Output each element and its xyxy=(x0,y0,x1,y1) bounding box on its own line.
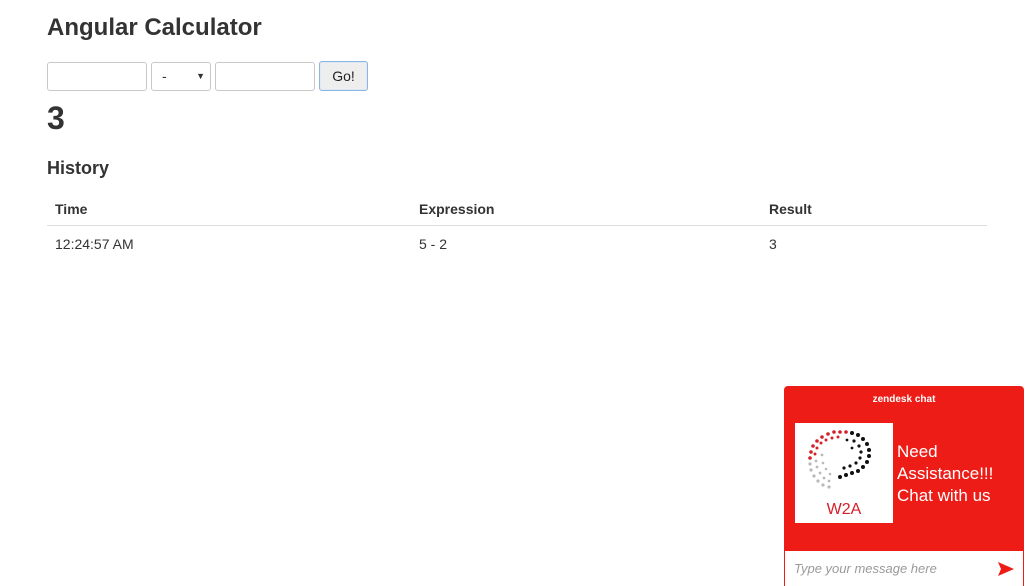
chevron-down-icon: ▼ xyxy=(196,70,205,81)
go-button[interactable]: Go! xyxy=(319,61,368,91)
history-heading: History xyxy=(47,158,110,178)
operator-selected-value: - xyxy=(162,68,167,84)
chat-greeting-line: Assistance!!! xyxy=(897,464,994,483)
w2a-logo-icon: W2A xyxy=(808,430,871,518)
first-number-input[interactable] xyxy=(47,61,147,91)
table-row: 12:24:57 AM 5 - 2 3 xyxy=(47,226,987,263)
chat-body: W2A Need Assistance!!! Chat with us xyxy=(784,414,1024,550)
operator-select[interactable]: - ▼ xyxy=(151,61,211,91)
result-value: 3 xyxy=(47,100,65,136)
history-expression-cell: 5 - 2 xyxy=(419,236,448,252)
column-header-result: Result xyxy=(761,192,987,226)
chat-widget[interactable]: zendesk chat W2A Need Assistance!!! Chat… xyxy=(784,386,1024,586)
calculator-form: - ▼ Go! xyxy=(47,61,368,91)
chat-header[interactable]: zendesk chat xyxy=(784,386,1024,414)
history-table: Time Expression Result 12:24:57 AM 5 - 2… xyxy=(47,192,987,262)
logo-text: W2A xyxy=(827,501,862,518)
chat-greeting: Need Assistance!!! Chat with us xyxy=(897,441,1021,507)
history-result-cell: 3 xyxy=(769,236,777,252)
column-header-time: Time xyxy=(47,192,411,226)
page: Angular Calculator - ▼ Go! 3 History Tim… xyxy=(0,0,1034,586)
chat-greeting-line: Chat with us xyxy=(897,486,991,505)
send-icon xyxy=(998,561,1014,576)
column-header-expression: Expression xyxy=(411,192,761,226)
send-button[interactable] xyxy=(989,551,1023,586)
history-time-cell: 12:24:57 AM xyxy=(55,236,134,252)
chat-input-bar xyxy=(785,551,1023,586)
page-title: Angular Calculator xyxy=(47,14,262,41)
chat-message-input[interactable] xyxy=(785,560,989,577)
chat-greeting-line: Need xyxy=(897,442,938,461)
second-number-input[interactable] xyxy=(215,61,315,91)
w2a-logo: W2A xyxy=(795,423,893,523)
history-header-row: Time Expression Result xyxy=(47,192,987,226)
